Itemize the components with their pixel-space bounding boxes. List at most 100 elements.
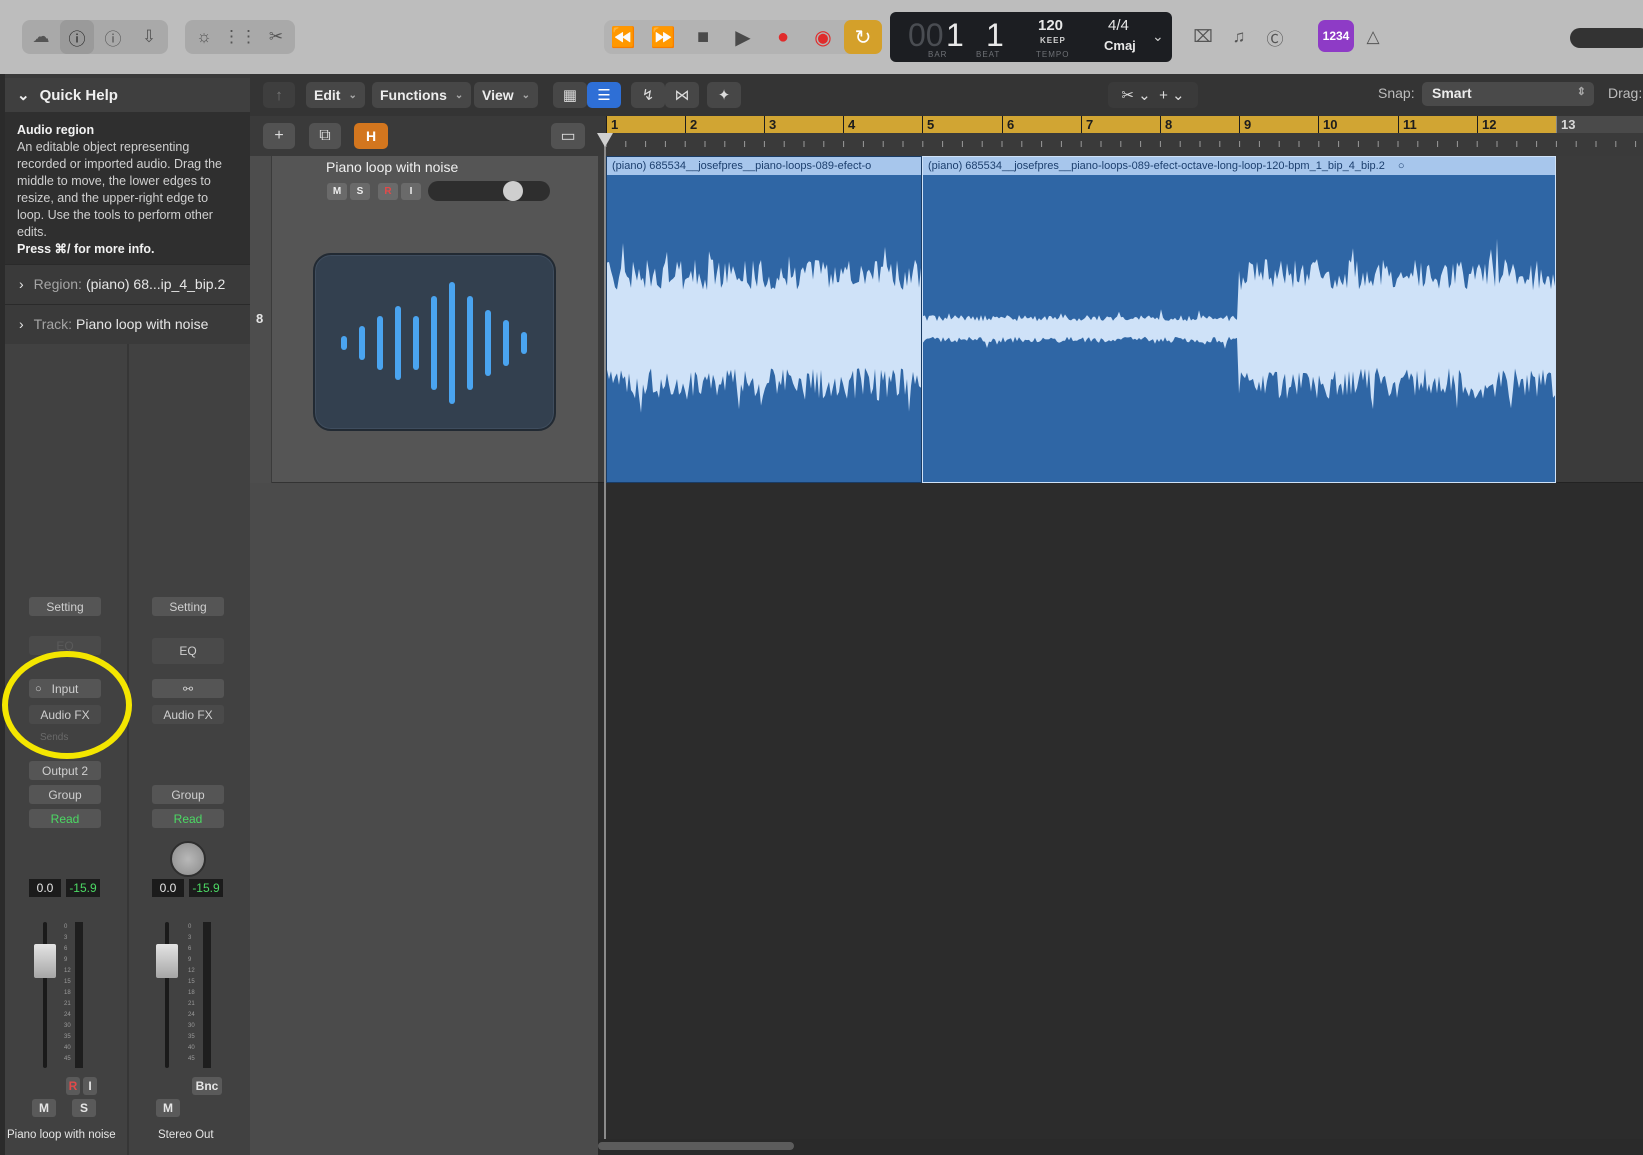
tool-selector[interactable]: ✂ ⌄ + ⌄ bbox=[1108, 82, 1198, 108]
strip1-record-enable-button[interactable]: R bbox=[66, 1077, 80, 1095]
region-inspector-row[interactable]: › Region: (piano) 68...ip_4_bip.2 bbox=[5, 264, 250, 302]
strip2-link-button[interactable]: ⚯ bbox=[152, 679, 224, 698]
up-arrow-icon[interactable]: ↑ bbox=[263, 82, 295, 108]
fast-forward-icon[interactable]: ⏩ bbox=[644, 20, 682, 54]
play-icon[interactable]: ▶ bbox=[724, 20, 762, 54]
x-box-icon[interactable]: ⌧ bbox=[1186, 20, 1220, 54]
track-solo-button[interactable]: S bbox=[350, 183, 370, 200]
lcd-beat-label: BEAT bbox=[976, 50, 1001, 59]
ruler-bar-9: 9 bbox=[1239, 116, 1251, 133]
lcd-chevron-down-icon[interactable]: ⌄ bbox=[1152, 28, 1164, 45]
ruler-bar-12: 12 bbox=[1477, 116, 1496, 133]
list-view-icon[interactable]: ☰ bbox=[587, 82, 621, 108]
chevron-right-icon: › bbox=[19, 315, 24, 332]
tuner-icon[interactable]: ♫ bbox=[1222, 20, 1256, 54]
rewind-icon[interactable]: ⏪ bbox=[604, 20, 642, 54]
strip2-level-meter bbox=[203, 922, 211, 1068]
audio-region-1[interactable]: (piano) 685534__josefpres__piano-loops-0… bbox=[606, 156, 922, 483]
edit-menu[interactable]: Edit ⌄ bbox=[306, 82, 365, 108]
strip1-group-button[interactable]: Group bbox=[29, 785, 101, 804]
loop-circle-icon: ○ bbox=[1397, 160, 1405, 172]
track-mute-button[interactable]: M bbox=[327, 183, 347, 200]
tool-buttons: ☼ ⋮⋮ ✂ bbox=[185, 20, 295, 54]
ruler-ticks bbox=[605, 141, 1637, 147]
global-tracks-icon[interactable]: ▭ bbox=[551, 123, 585, 149]
ruler-bar-8: 8 bbox=[1160, 116, 1172, 133]
strip1-output-button[interactable]: Output 2 bbox=[29, 761, 101, 780]
strip2-group-button[interactable]: Group bbox=[152, 785, 224, 804]
strip2-audio-fx-button[interactable]: Audio FX bbox=[152, 705, 224, 724]
strip2-mute-button[interactable]: M bbox=[156, 1099, 180, 1117]
region-2-waveform bbox=[923, 238, 1555, 410]
ruler-bar-5: 5 bbox=[922, 116, 934, 133]
snap-select[interactable]: Smart ⇕ bbox=[1422, 82, 1594, 106]
track-volume-knob[interactable] bbox=[503, 181, 523, 201]
region-2-title-text: (piano) 685534__josefpres__piano-loops-0… bbox=[928, 160, 1385, 172]
stop-icon[interactable]: ■ bbox=[684, 20, 722, 54]
view-menu-label: View bbox=[482, 87, 514, 103]
flex-icon[interactable]: ⋈ bbox=[665, 82, 699, 108]
strip1-solo-button[interactable]: S bbox=[72, 1099, 96, 1117]
info-icon[interactable]: ⓘ bbox=[60, 20, 94, 54]
strip2-bounce-button[interactable]: Bnc bbox=[192, 1077, 222, 1095]
catch-icon[interactable]: ✦ bbox=[707, 82, 741, 108]
ruler-bar-7: 7 bbox=[1081, 116, 1093, 133]
duplicate-track-icon[interactable]: ⧉ bbox=[309, 123, 341, 149]
lcd-display[interactable]: 00 1 1 BAR BEAT 120 KEEP TEMPO 4/4 Cmaj … bbox=[890, 12, 1172, 62]
track-volume-slider[interactable] bbox=[428, 181, 550, 201]
strip1-volume-value[interactable]: 0.0 bbox=[29, 879, 61, 897]
strip2-fader-cap[interactable] bbox=[156, 944, 178, 978]
quick-help-heading: Audio region bbox=[17, 123, 95, 137]
count-in-button[interactable]: 1234 bbox=[1318, 20, 1354, 52]
master-volume-slider[interactable] bbox=[1570, 28, 1643, 48]
strip1-automation-button[interactable]: Read bbox=[29, 809, 101, 828]
highlight-circle bbox=[2, 651, 132, 759]
quick-help-title: Quick Help bbox=[39, 86, 118, 104]
download-icon[interactable]: ⇩ bbox=[132, 20, 166, 54]
drag-label: Drag: bbox=[1608, 85, 1643, 101]
mixer-icon[interactable]: ⋮⋮ bbox=[223, 20, 257, 54]
library-icon[interactable]: ☁ bbox=[24, 20, 58, 54]
cycle-icon[interactable]: ↻ bbox=[844, 20, 882, 54]
strip2-volume-value[interactable]: 0.0 bbox=[152, 879, 184, 897]
strip1-fader-cap[interactable] bbox=[34, 944, 56, 978]
lcd-bar-prefix: 00 bbox=[908, 17, 944, 53]
track-name[interactable]: Piano loop with noise bbox=[326, 159, 458, 175]
track-record-button[interactable]: R bbox=[378, 183, 398, 200]
chevron-down-icon: ⌄ bbox=[348, 89, 357, 101]
strip1-level-meter bbox=[75, 922, 83, 1068]
audio-region-2[interactable]: (piano) 685534__josefpres__piano-loops-0… bbox=[922, 156, 1556, 483]
functions-menu[interactable]: Functions ⌄ bbox=[372, 82, 472, 108]
strip-divider bbox=[127, 344, 129, 1155]
strip2-automation-button[interactable]: Read bbox=[152, 809, 224, 828]
lcd-bar-label: BAR bbox=[928, 50, 948, 59]
s-box-icon[interactable]: Ⓒ bbox=[1258, 20, 1292, 54]
horizontal-scroll-thumb[interactable] bbox=[598, 1142, 794, 1150]
help-icon[interactable]: ⓘ bbox=[96, 20, 130, 54]
snap-label: Snap: bbox=[1378, 85, 1415, 101]
strip1-input-monitor-button[interactable]: I bbox=[83, 1077, 97, 1095]
hide-tracks-button[interactable]: H bbox=[354, 123, 388, 149]
add-track-icon[interactable]: + bbox=[263, 123, 295, 149]
quick-help-header[interactable]: ⌄ Quick Help bbox=[5, 78, 250, 112]
record-icon[interactable]: ● bbox=[764, 20, 802, 54]
strip2-eq-button[interactable]: EQ bbox=[152, 638, 224, 664]
lcd-tempo-mode: KEEP bbox=[1040, 36, 1066, 45]
strip2-setting-button[interactable]: Setting bbox=[152, 597, 224, 616]
strip1-peak-value: -15.9 bbox=[66, 879, 100, 897]
metronome-icon[interactable]: △ bbox=[1356, 20, 1390, 54]
ruler-bar-1: 1 bbox=[606, 116, 618, 133]
strip2-pan-knob[interactable] bbox=[170, 841, 206, 877]
view-menu[interactable]: View ⌄ bbox=[474, 82, 539, 108]
strip1-mute-button[interactable]: M bbox=[32, 1099, 56, 1117]
scissors-icon[interactable]: ✂ bbox=[259, 20, 293, 54]
automation-curve-icon[interactable]: ↯ bbox=[631, 82, 665, 108]
playhead[interactable] bbox=[604, 133, 606, 1155]
brightness-icon[interactable]: ☼ bbox=[187, 20, 221, 54]
track-input-monitor-button[interactable]: I bbox=[401, 183, 421, 200]
strip1-setting-button[interactable]: Setting bbox=[29, 597, 101, 616]
track-value: Piano loop with noise bbox=[76, 315, 209, 332]
capture-record-icon[interactable]: ◉ bbox=[804, 20, 842, 54]
track-inspector-row[interactable]: › Track: Piano loop with noise bbox=[5, 304, 250, 342]
grid-view-icon[interactable]: ▦ bbox=[553, 82, 587, 108]
